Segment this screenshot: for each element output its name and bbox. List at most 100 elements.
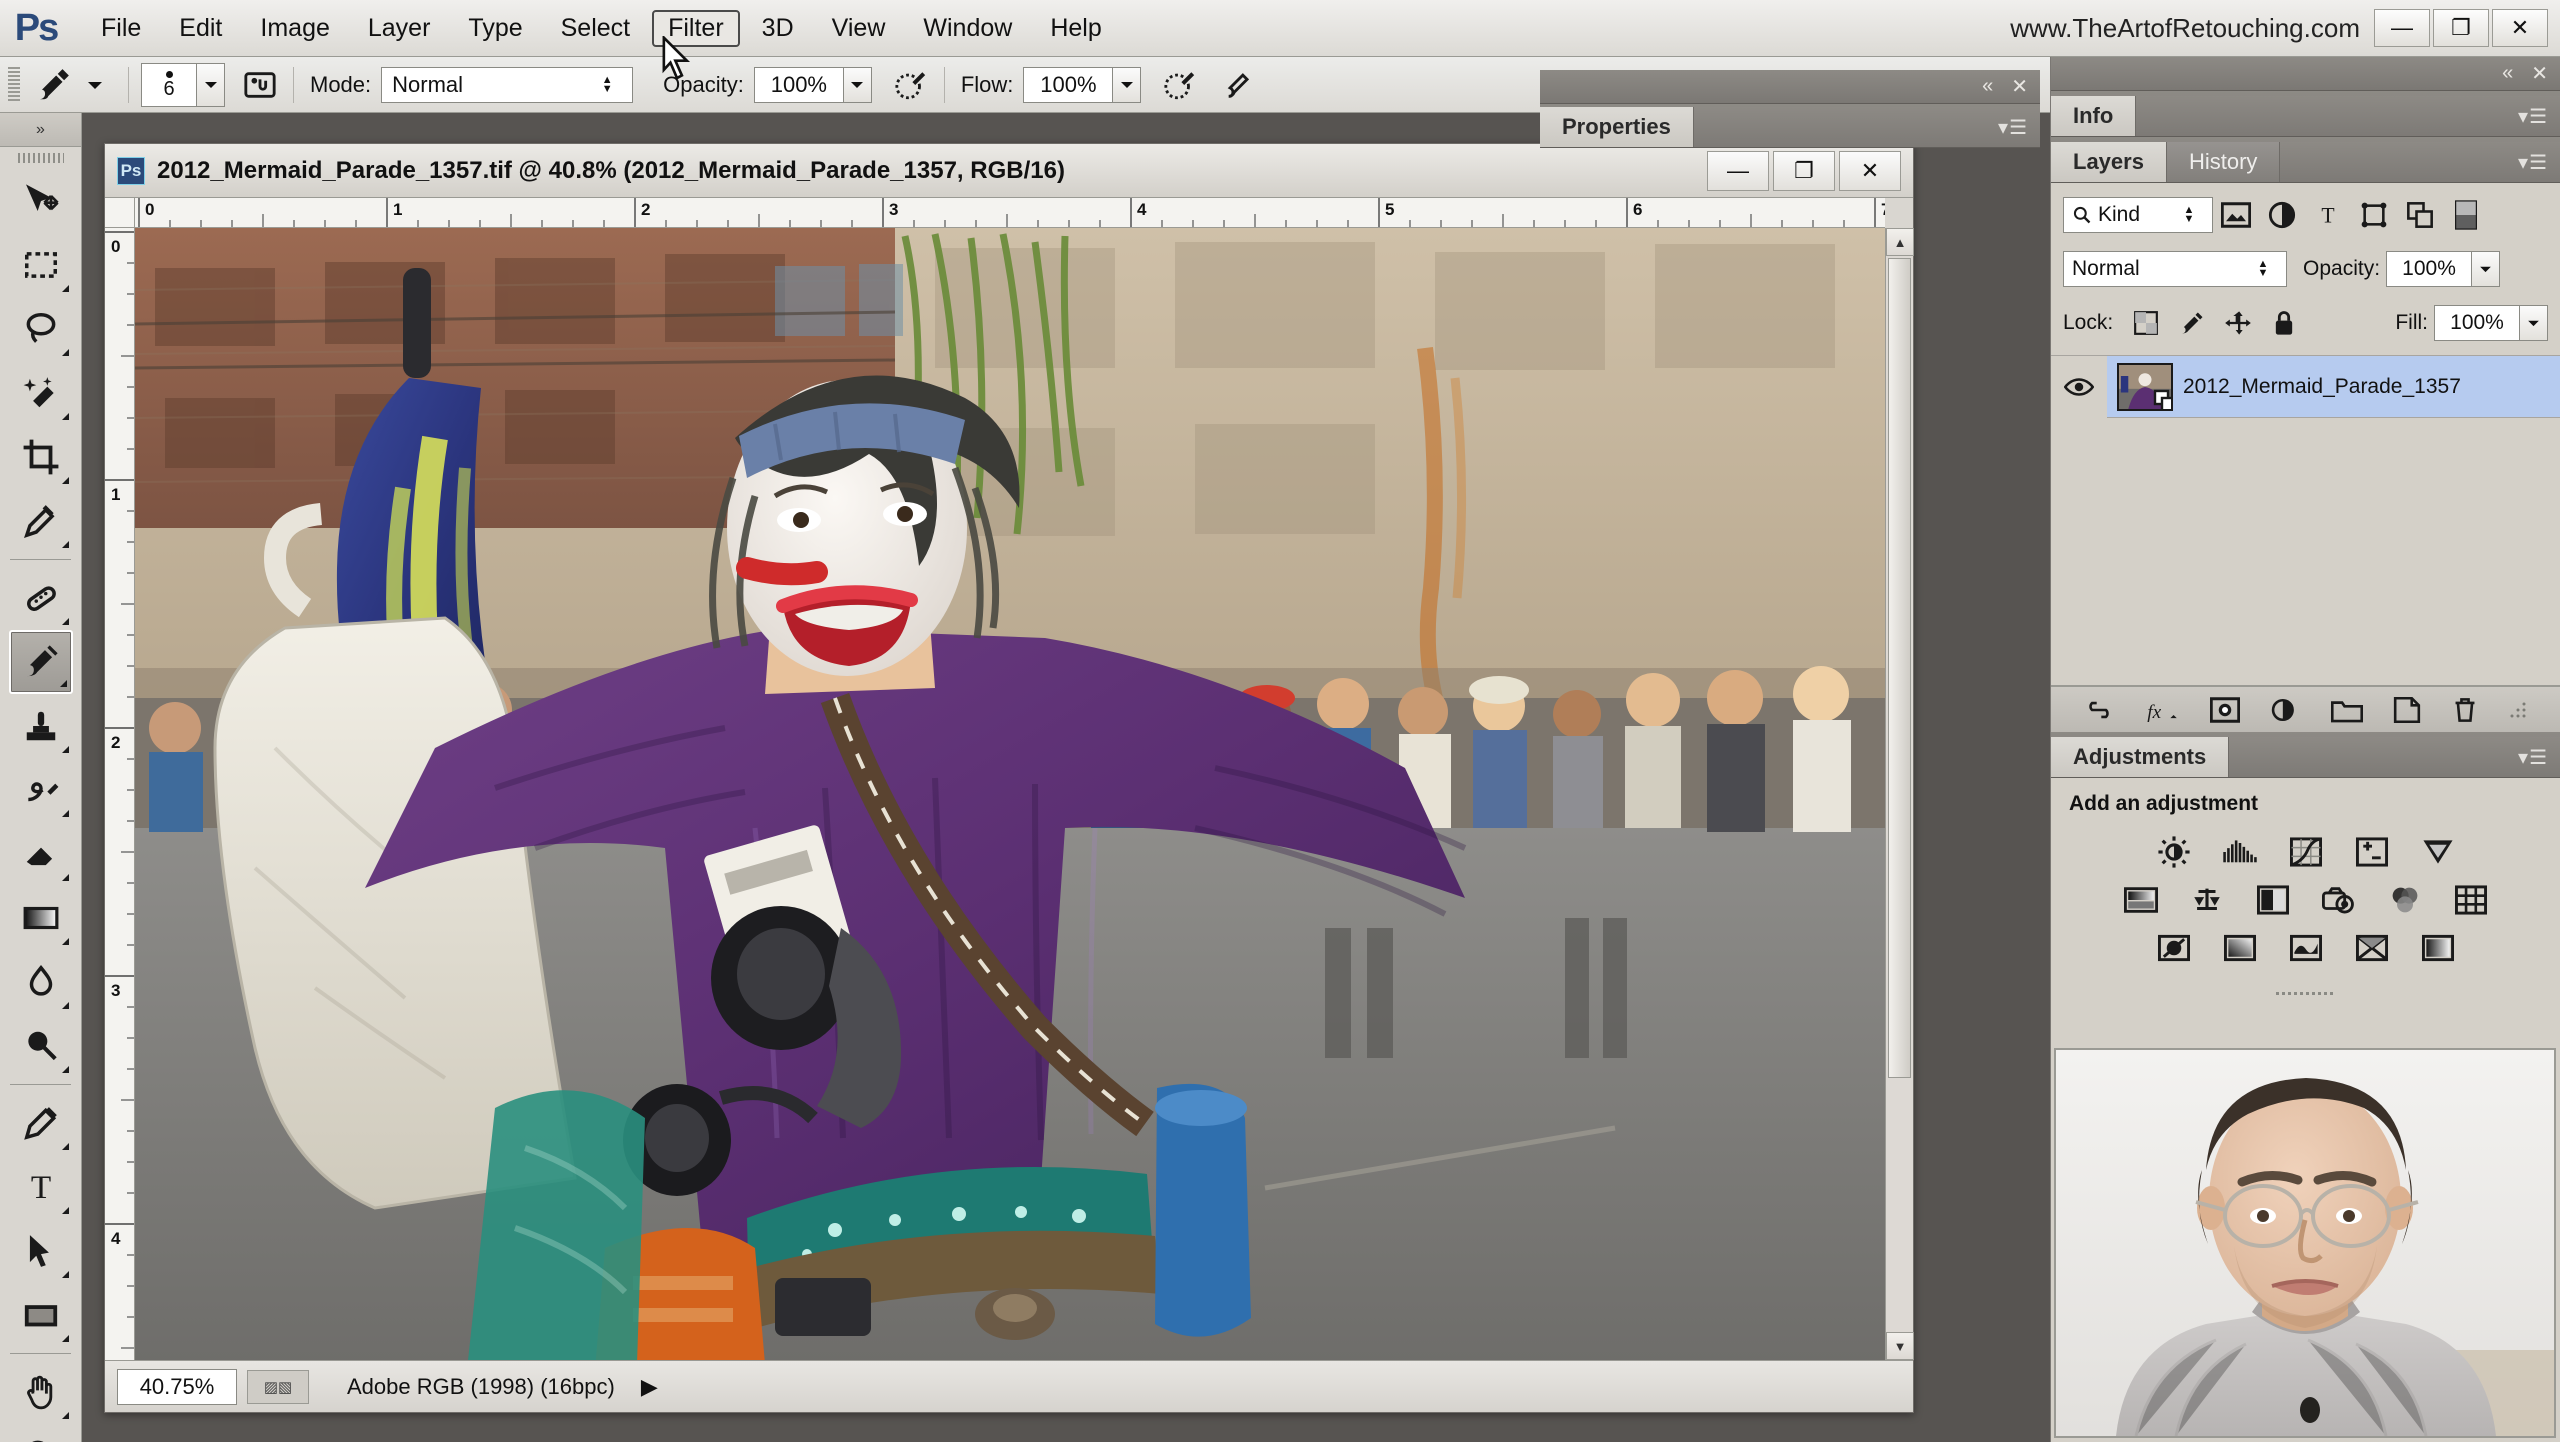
layers-panel-menu-icon[interactable]: ▾☰ xyxy=(2518,150,2548,175)
document-close-button[interactable]: ✕ xyxy=(1839,150,1901,191)
brush-picker-chevron-down-icon[interactable] xyxy=(197,62,225,107)
channel-mixer-icon[interactable] xyxy=(2385,882,2425,918)
tool-rectangular-marquee[interactable] xyxy=(9,233,73,297)
proof-colors-indicator-icon[interactable]: ▨▧ xyxy=(247,1369,309,1404)
flow-chevron-down-icon[interactable] xyxy=(1113,66,1142,103)
tablet-pressure-icon[interactable] xyxy=(1219,64,1261,106)
tool-blur[interactable] xyxy=(9,950,73,1014)
posterize-icon[interactable] xyxy=(2220,930,2260,966)
menu-item-file[interactable]: File xyxy=(85,10,157,47)
tool-dodge[interactable] xyxy=(9,1014,73,1078)
adjustments-panel-menu-icon[interactable]: ▾☰ xyxy=(2518,745,2548,770)
flow-input[interactable]: 100% xyxy=(1023,66,1114,103)
photo-filter-icon[interactable] xyxy=(2319,882,2359,918)
new-adjustment-layer-icon[interactable] xyxy=(2270,697,2300,723)
tool-magic-wand[interactable] xyxy=(9,361,73,425)
selective-color-icon[interactable] xyxy=(2418,930,2458,966)
brush-size-preview[interactable]: 6 xyxy=(141,62,197,107)
tool-lasso[interactable] xyxy=(9,297,73,361)
tool-clone-stamp[interactable] xyxy=(9,694,73,758)
vertical-scroll-thumb[interactable] xyxy=(1888,258,1911,1078)
vertical-ruler[interactable]: 0 1 2 3 4 xyxy=(105,228,135,1360)
toolbar-drag-grip[interactable] xyxy=(0,147,81,169)
document-title-bar[interactable]: Ps 2012_Mermaid_Parade_1357.tif @ 40.8% … xyxy=(105,144,1913,198)
tab-properties[interactable]: Properties xyxy=(1540,107,1694,147)
vertical-scrollbar[interactable]: ▲ ▼ xyxy=(1885,228,1914,1360)
invert-icon[interactable] xyxy=(2154,930,2194,966)
gradient-map-icon[interactable] xyxy=(2352,930,2392,966)
threshold-icon[interactable] xyxy=(2286,930,2326,966)
layer-visibility-eye-icon[interactable] xyxy=(2051,355,2107,418)
tool-history-brush[interactable] xyxy=(9,758,73,822)
lock-all-icon[interactable] xyxy=(2261,303,2307,343)
brush-preset-chevron-down-icon[interactable] xyxy=(74,64,116,106)
tool-zoom[interactable] xyxy=(9,1424,73,1442)
layer-filter-stepper-icon[interactable]: ▲ ▼ xyxy=(2174,197,2204,233)
lock-transparent-pixels-icon[interactable] xyxy=(2123,303,2169,343)
airbrush-icon[interactable] xyxy=(1159,64,1201,106)
layer-name[interactable]: 2012_Mermaid_Parade_1357 xyxy=(2183,375,2461,399)
blend-mode-stepper-icon[interactable]: ▲ ▼ xyxy=(592,67,622,103)
pressure-opacity-icon[interactable] xyxy=(890,64,932,106)
window-maximize-button[interactable]: ❐ xyxy=(2433,9,2489,47)
info-close-icon[interactable]: ✕ xyxy=(2531,61,2548,86)
layers-list[interactable]: 2012_Mermaid_Parade_1357 xyxy=(2051,355,2560,686)
status-menu-arrow-icon[interactable]: ▶ xyxy=(641,1374,658,1400)
menu-item-3d[interactable]: 3D xyxy=(746,10,810,47)
color-lookup-icon[interactable] xyxy=(2451,882,2491,918)
window-minimize-button[interactable]: — xyxy=(2374,9,2430,47)
lock-image-pixels-icon[interactable] xyxy=(2169,303,2215,343)
tool-gradient[interactable] xyxy=(9,886,73,950)
brush-icon[interactable] xyxy=(32,64,74,106)
menu-item-type[interactable]: Type xyxy=(452,10,538,47)
properties-panel-menu-icon[interactable]: ▾☰ xyxy=(1998,115,2028,140)
properties-close-icon[interactable]: ✕ xyxy=(2011,74,2028,99)
blend-mode-select[interactable]: Normal ▲ ▼ xyxy=(381,66,634,103)
menu-item-help[interactable]: Help xyxy=(1034,10,1117,47)
info-collapse-icon[interactable]: « xyxy=(2502,62,2513,85)
menu-item-image[interactable]: Image xyxy=(244,10,345,47)
image-canvas[interactable] xyxy=(135,228,1885,1360)
menu-item-edit[interactable]: Edit xyxy=(163,10,238,47)
menu-item-window[interactable]: Window xyxy=(907,10,1028,47)
tool-eraser[interactable] xyxy=(9,822,73,886)
lock-position-icon[interactable] xyxy=(2215,303,2261,343)
horizontal-ruler[interactable]: 0 1 2 3 4 5 6 7 xyxy=(135,198,1885,228)
panel-resize-grip[interactable] xyxy=(2509,701,2527,719)
layer-row[interactable]: 2012_Mermaid_Parade_1357 xyxy=(2051,355,2560,418)
tool-move[interactable] xyxy=(9,169,73,233)
exposure-icon[interactable] xyxy=(2352,834,2392,870)
add-layer-mask-icon[interactable] xyxy=(2209,696,2240,723)
menu-item-select[interactable]: Select xyxy=(545,10,646,47)
document-restore-button[interactable]: ❐ xyxy=(1773,150,1835,191)
tool-hand[interactable] xyxy=(9,1360,73,1424)
menu-item-view[interactable]: View xyxy=(816,10,902,47)
toolbar-collapse-button[interactable]: » xyxy=(0,113,81,147)
window-close-button[interactable]: ✕ xyxy=(2492,9,2548,47)
layer-fill-input[interactable]: 100% xyxy=(2434,305,2520,341)
tab-history[interactable]: History xyxy=(2166,142,2281,182)
brightness-contrast-icon[interactable] xyxy=(2154,834,2194,870)
shape-layer-filter-icon[interactable] xyxy=(2351,195,2397,235)
tab-adjustments[interactable]: Adjustments xyxy=(2051,737,2230,777)
layer-blend-stepper-icon[interactable]: ▲ ▼ xyxy=(2248,251,2278,287)
info-panel-menu-icon[interactable]: ▾☰ xyxy=(2518,104,2548,129)
hue-saturation-icon[interactable] xyxy=(2121,882,2161,918)
layer-thumbnail[interactable] xyxy=(2117,362,2173,411)
tool-path-selection[interactable] xyxy=(9,1219,73,1283)
new-layer-icon[interactable] xyxy=(2393,696,2421,723)
document-minimize-button[interactable]: — xyxy=(1707,150,1769,191)
menu-item-layer[interactable]: Layer xyxy=(352,10,447,47)
type-layer-filter-icon[interactable]: T xyxy=(2305,195,2351,235)
tool-spot-healing-brush[interactable] xyxy=(9,566,73,630)
tool-eyedropper[interactable] xyxy=(9,489,73,553)
tab-info[interactable]: Info xyxy=(2051,96,2137,136)
color-balance-icon[interactable] xyxy=(2187,882,2227,918)
tool-pen[interactable] xyxy=(9,1091,73,1155)
layer-blend-mode-select[interactable]: Normal ▲ ▼ xyxy=(2063,251,2287,287)
scroll-up-arrow-icon[interactable]: ▲ xyxy=(1886,228,1914,256)
tool-brush[interactable] xyxy=(8,630,73,694)
properties-collapse-icon[interactable]: « xyxy=(1982,75,1993,98)
new-group-icon[interactable] xyxy=(2330,697,2363,723)
black-white-icon[interactable] xyxy=(2253,882,2293,918)
